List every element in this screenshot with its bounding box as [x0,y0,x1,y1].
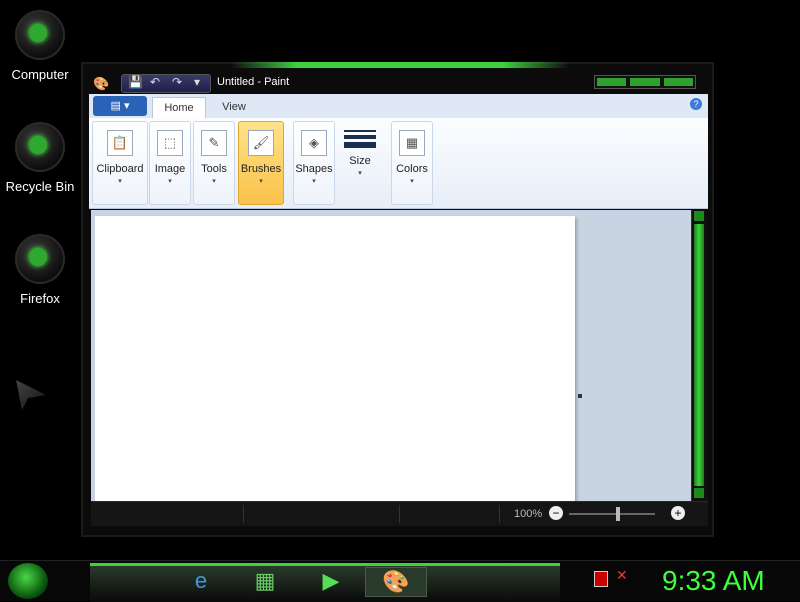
media-player-icon[interactable]: ▶ [316,567,346,595]
network-icon[interactable] [594,571,608,587]
image-size [399,505,500,523]
tools-group[interactable]: ✎ Tools ▾ [193,121,235,205]
group-label: Brushes [240,163,282,175]
chevron-down-icon: ▾ [118,178,122,185]
desktop-icon-recycle-bin[interactable]: Recycle Bin [0,122,80,196]
group-label: Colors [396,163,428,175]
title-bar[interactable]: 🎨 💾 ↶ ↷ ▾ Untitled - Paint [83,68,712,94]
chevron-down-icon: ▾ [358,170,362,177]
paint-taskbar-button[interactable]: 🎨 [365,567,427,597]
tools-icon: ✎ [201,130,227,156]
chevron-down-icon: ▾ [259,178,263,185]
recycle-bin-icon [15,122,65,172]
size-icon [344,130,376,148]
network-error-icon[interactable]: ✕ [616,567,628,584]
paint-app-icon[interactable]: 🎨 [93,76,109,92]
scrollbar-thumb[interactable] [694,224,704,486]
image-group[interactable]: ⬚ Image ▾ [149,121,191,205]
desktop-icon-label: Firefox [20,291,60,306]
save-icon[interactable]: 💾 [128,75,143,89]
window-controls [594,75,696,89]
colors-icon: ▦ [399,130,425,156]
scroll-down-arrow[interactable] [694,488,704,498]
paint-menu-button[interactable]: ▤ ▾ [93,96,147,116]
minimize-button[interactable] [597,78,627,86]
clipboard-group[interactable]: 📋 Clipboard ▾ [92,121,148,205]
select-icon: ⬚ [157,130,183,156]
chevron-down-icon: ▾ [212,178,216,185]
selection-size [243,505,400,523]
tab-view[interactable]: View [214,97,254,118]
ribbon: 📋 Clipboard ▾ ⬚ Image ▾ ✎ Tools ▾ 🖌 Brus… [89,118,708,209]
clock[interactable]: 9:33 AM [662,565,765,597]
shapes-icon: ◈ [301,130,327,156]
window-title: Untitled - Paint [217,76,290,88]
redo-icon[interactable]: ↷ [172,75,182,89]
status-bar: 100% − + [91,501,708,526]
group-label: Shapes [295,163,333,175]
ribbon-tab-bar: ▤ ▾ Home View ? [89,94,708,119]
group-label: Image [154,163,186,175]
canvas-area [91,210,691,506]
chevron-down-icon: ▾ [312,178,316,185]
zoom-in-button[interactable]: + [671,506,685,520]
arrow-icon[interactable] [16,380,46,410]
shapes-group[interactable]: ◈ Shapes ▾ [293,121,335,205]
firefox-icon [15,234,65,284]
zoom-slider-thumb[interactable] [616,507,620,521]
desktop-icon-computer[interactable]: Computer [0,10,80,84]
help-icon[interactable]: ? [690,98,702,110]
taskbar: e ▦ ▶ 🎨 ✕ 9:33 AM [0,560,800,602]
group-label: Size [349,155,371,167]
desktop-icon-label: Recycle Bin [5,179,75,194]
vertical-scrollbar[interactable] [691,210,707,501]
desktop-icon-firefox[interactable]: Firefox [0,234,80,308]
media-library-icon[interactable]: ▦ [250,567,280,595]
group-label: Tools [201,163,227,175]
chevron-down-icon: ▾ [168,178,172,185]
size-group[interactable]: Size ▾ [337,121,383,205]
customize-quick-access-icon[interactable]: ▾ [194,75,200,89]
desktop-icon-label: Computer [11,67,69,82]
internet-explorer-icon[interactable]: e [186,567,216,595]
colors-group[interactable]: ▦ Colors ▾ [391,121,433,205]
maximize-button[interactable] [630,78,660,86]
computer-icon [15,10,65,60]
clipboard-icon: 📋 [107,130,133,156]
drawing-canvas[interactable] [95,216,575,506]
quick-access-toolbar: 💾 ↶ ↷ ▾ [121,74,211,93]
zoom-slider-track[interactable] [569,513,655,515]
brushes-group[interactable]: 🖌 Brushes ▾ [238,121,284,205]
canvas-resize-handle[interactable] [578,394,582,398]
group-label: Clipboard [96,163,144,175]
close-button[interactable] [663,78,693,86]
zoom-level: 100% [514,508,543,520]
paint-window: 🎨 💾 ↶ ↷ ▾ Untitled - Paint ▤ ▾ Home View… [81,62,714,537]
zoom-out-button[interactable]: − [549,506,563,520]
brush-icon: 🖌 [248,130,274,156]
cursor-position [91,505,244,523]
start-button[interactable] [8,563,48,599]
tab-home[interactable]: Home [152,97,206,119]
scroll-up-arrow[interactable] [694,211,704,221]
chevron-down-icon: ▾ [410,178,414,185]
undo-icon[interactable]: ↶ [150,75,160,89]
